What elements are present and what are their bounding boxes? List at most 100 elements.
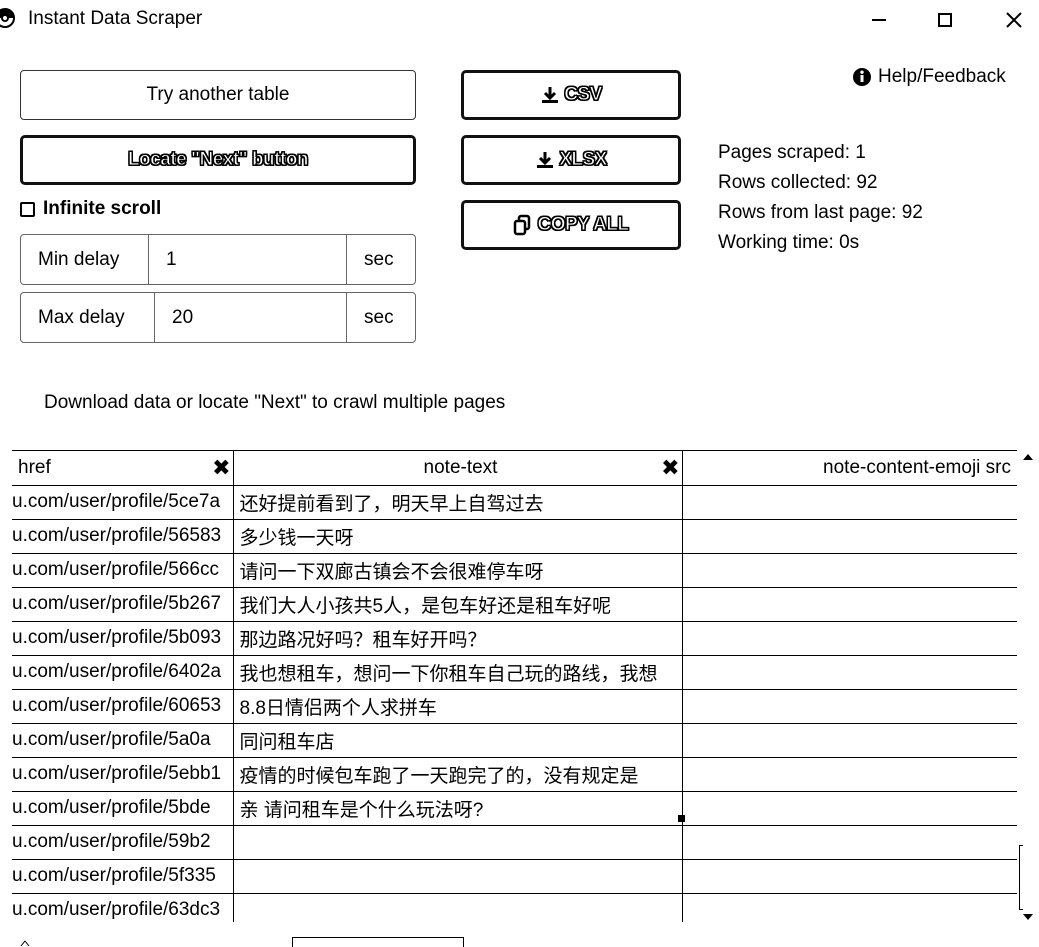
selection-resize-handle[interactable] (678, 815, 685, 822)
min-delay-input[interactable]: 1 (149, 235, 346, 284)
emoji-src-cell[interactable] (682, 757, 1017, 792)
maximize-icon (938, 13, 952, 27)
table-row[interactable]: u.com/user/profile/5b093 那边路况好吗？租车好开吗？ (12, 621, 1017, 656)
emoji-src-cell[interactable] (682, 791, 1017, 826)
emoji-src-cell[interactable] (682, 893, 1017, 922)
locate-next-label: Locate "Next" button (127, 149, 309, 171)
href-cell[interactable]: u.com/user/profile/6402a (12, 655, 233, 690)
column-header-note-text[interactable]: note-text ✖ (232, 451, 683, 486)
try-another-table-button[interactable]: Try another table (20, 70, 416, 120)
max-delay-label: Max delay (21, 293, 155, 342)
emoji-src-cell[interactable] (682, 621, 1017, 656)
infinite-scroll-label: Infinite scroll (43, 198, 162, 219)
emoji-src-cell[interactable] (682, 689, 1017, 724)
title-bar: Instant Data Scraper (0, 0, 1039, 40)
table-row[interactable]: u.com/user/profile/5a0a 同问租车店 (12, 723, 1017, 758)
emoji-src-cell[interactable] (682, 485, 1017, 520)
close-button[interactable] (997, 6, 1031, 34)
app-icon (0, 8, 15, 28)
href-cell[interactable]: u.com/user/profile/5b093 (12, 621, 233, 656)
try-another-table-label: Try another table (146, 84, 290, 105)
note-text-cell[interactable]: 我也想租车，想问一下你租车自己玩的路线，我想 (232, 655, 683, 690)
table-row[interactable]: u.com/user/profile/63dc3 (12, 893, 1017, 922)
table-row[interactable]: u.com/user/profile/5ce7a 还好提前看到了，明天早上自驾过去 (12, 485, 1017, 520)
note-text-cell[interactable]: 请问一下双廊古镇会不会很难停车呀 (232, 553, 683, 588)
table-row[interactable]: u.com/user/profile/59b2 (12, 825, 1017, 860)
remove-column-icon[interactable]: ✖ (661, 455, 679, 481)
vertical-scrollbar-thumb[interactable] (1019, 845, 1023, 910)
rows-collected-stat: Rows collected: 92 (718, 172, 878, 193)
rows-last-page-stat: Rows from last page: 92 (718, 202, 923, 223)
table-row[interactable]: u.com/user/profile/6402a 我也想租车，想问一下你租车自己玩… (12, 655, 1017, 690)
table-row[interactable]: u.com/user/profile/5f335 (12, 859, 1017, 894)
download-icon (535, 150, 555, 170)
download-xlsx-button[interactable]: XLSX (461, 135, 681, 185)
table-row[interactable]: u.com/user/profile/60653 8.8日情侣两个人求拼车 (12, 689, 1017, 724)
emoji-src-cell[interactable] (682, 723, 1017, 758)
href-cell[interactable]: u.com/user/profile/566cc (12, 553, 233, 588)
minimize-button[interactable] (862, 6, 896, 34)
note-text-cell[interactable] (232, 893, 683, 922)
href-cell[interactable]: u.com/user/profile/59b2 (12, 825, 233, 860)
table-row[interactable]: u.com/user/profile/56583 多少钱一天呀 (12, 519, 1017, 554)
note-text-cell[interactable]: 我们大人小孩共5人，是包车好还是租车好呢 (232, 587, 683, 622)
maximize-button[interactable] (928, 6, 962, 34)
note-text-cell[interactable]: 亲 请问租车是个什么玩法呀? (232, 791, 683, 826)
min-delay-label: Min delay (21, 235, 149, 284)
scroll-down-arrow-icon[interactable] (1021, 912, 1035, 922)
note-text-cell[interactable]: 8.8日情侣两个人求拼车 (232, 689, 683, 724)
data-table: href ✖ note-text ✖ note-content-emoji sr… (12, 450, 1017, 922)
download-csv-button[interactable]: CSV (461, 70, 681, 120)
copy-all-label: COPY ALL (537, 214, 630, 236)
href-cell[interactable]: u.com/user/profile/5f335 (12, 859, 233, 894)
scroll-up-arrow-icon[interactable] (1021, 452, 1035, 462)
copy-icon (513, 214, 533, 236)
table-row[interactable]: u.com/user/profile/5b267 我们大人小孩共5人，是包车好还是… (12, 587, 1017, 622)
help-feedback-label: Help/Feedback (878, 66, 1006, 87)
note-text-cell[interactable] (232, 859, 683, 894)
column-header-emoji-src[interactable]: note-content-emoji src (682, 451, 1017, 486)
help-feedback-link[interactable]: Help/Feedback (852, 66, 1006, 88)
locate-next-button[interactable]: Locate "Next" button (20, 135, 416, 185)
remove-column-icon[interactable]: ✖ (212, 455, 230, 481)
close-icon (1006, 12, 1022, 28)
table-header-row: href ✖ note-text ✖ note-content-emoji sr… (12, 451, 1017, 486)
href-cell[interactable]: u.com/user/profile/60653 (12, 689, 233, 724)
infinite-scroll-checkbox[interactable] (20, 201, 35, 217)
href-cell[interactable]: u.com/user/profile/5a0a (12, 723, 233, 758)
emoji-src-cell[interactable] (682, 859, 1017, 894)
infinite-scroll-toggle[interactable]: Infinite scroll (20, 198, 161, 220)
href-cell[interactable]: u.com/user/profile/5b267 (12, 587, 233, 622)
min-delay-unit: sec (346, 235, 415, 284)
emoji-src-cell[interactable] (682, 655, 1017, 690)
scroll-left-arrow-icon[interactable] (20, 940, 30, 946)
note-text-cell[interactable]: 同问租车店 (232, 723, 683, 758)
note-text-cell[interactable]: 那边路况好吗？租车好开吗？ (232, 621, 683, 656)
note-text-cell[interactable]: 多少钱一天呀 (232, 519, 683, 554)
column-title: note-content-emoji src (823, 456, 1011, 478)
href-cell[interactable]: u.com/user/profile/56583 (12, 519, 233, 554)
note-text-cell[interactable]: 还好提前看到了，明天早上自驾过去 (232, 485, 683, 520)
href-cell[interactable]: u.com/user/profile/5bde (12, 791, 233, 826)
copy-all-button[interactable]: COPY ALL (461, 200, 681, 250)
download-icon (540, 85, 560, 105)
csv-label: CSV (564, 84, 603, 106)
minimize-icon (872, 19, 886, 21)
emoji-src-cell[interactable] (682, 587, 1017, 622)
href-cell[interactable]: u.com/user/profile/5ebb1 (12, 757, 233, 792)
working-time-stat: Working time: 0s (718, 232, 860, 253)
href-cell[interactable]: u.com/user/profile/63dc3 (12, 893, 233, 922)
emoji-src-cell[interactable] (682, 519, 1017, 554)
table-row[interactable]: u.com/user/profile/5ebb1 疫情的时候包车跑了一天跑完了的，… (12, 757, 1017, 792)
xlsx-label: XLSX (559, 149, 608, 171)
pages-scraped-stat: Pages scraped: 1 (718, 142, 866, 163)
table-row[interactable]: u.com/user/profile/566cc 请问一下双廊古镇会不会很难停车呀 (12, 553, 1017, 588)
note-text-cell[interactable] (232, 825, 683, 860)
table-row[interactable]: u.com/user/profile/5bde 亲 请问租车是个什么玩法呀? (12, 791, 1017, 826)
emoji-src-cell[interactable] (682, 553, 1017, 588)
column-header-href[interactable]: href ✖ (12, 451, 233, 486)
max-delay-input[interactable]: 20 (155, 293, 346, 342)
href-cell[interactable]: u.com/user/profile/5ce7a (12, 485, 233, 520)
note-text-cell[interactable]: 疫情的时候包车跑了一天跑完了的，没有规定是 (232, 757, 683, 792)
emoji-src-cell[interactable] (682, 825, 1017, 860)
